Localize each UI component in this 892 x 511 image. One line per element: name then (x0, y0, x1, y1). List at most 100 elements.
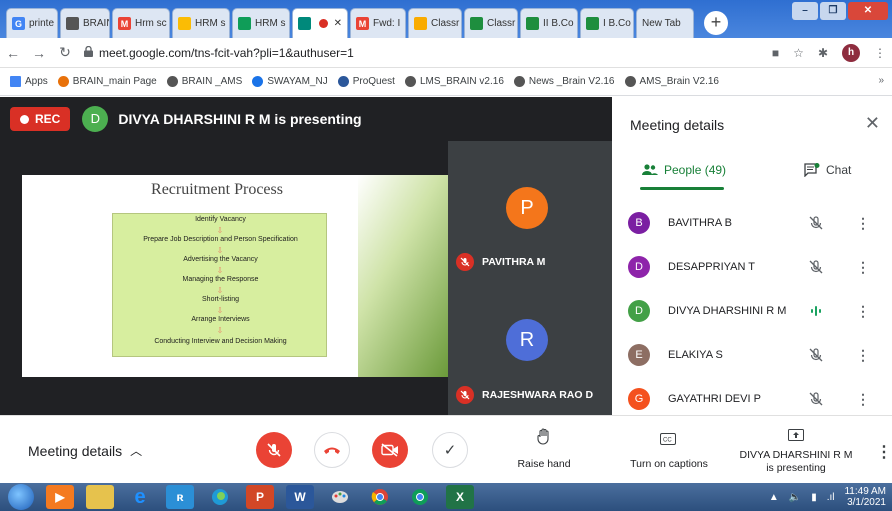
present-screen-icon[interactable] (787, 428, 805, 444)
close-tab-icon[interactable]: ✕ (334, 18, 342, 29)
bookmark-item[interactable]: BRAIN _AMS (166, 76, 242, 87)
profile-avatar[interactable]: h (842, 44, 860, 62)
camera-off-icon (381, 443, 398, 457)
bookmark-item[interactable]: AMS_Brain V2.16 (624, 76, 720, 87)
chrome-icon[interactable] (366, 485, 394, 509)
participant-more-icon[interactable]: ⋮ (856, 259, 870, 276)
participant-more-icon[interactable]: ⋮ (856, 391, 870, 408)
bookmark-label: AMS_Brain V2.16 (639, 76, 720, 87)
bookmark-item[interactable]: SWAYAM_NJ (252, 76, 328, 87)
volume-icon[interactable]: 🔈 (789, 492, 801, 503)
star-icon[interactable]: ☆ (793, 46, 804, 60)
lock-icon (84, 45, 93, 60)
browser-tab[interactable]: M Fwd: I (350, 8, 406, 38)
back-icon[interactable]: ← (0, 45, 26, 61)
captions-icon[interactable]: CC (659, 432, 677, 448)
excel-icon[interactable]: X (446, 485, 474, 509)
participant-row[interactable]: B BAVITHRA B ⋮ (612, 203, 892, 243)
mic-toggle-button[interactable] (256, 432, 292, 468)
browser-tab[interactable]: HRM s (172, 8, 230, 38)
svg-text:CC: CC (663, 438, 672, 444)
bookmark-item[interactable]: Apps (10, 76, 48, 87)
menu-kebab-icon[interactable]: ⋮ (874, 46, 886, 60)
bookmark-label: ProQuest (352, 76, 395, 87)
bookmark-favicon-icon (57, 76, 69, 87)
tab-chat[interactable]: Chat (804, 163, 851, 177)
camera-toggle-button[interactable] (372, 432, 408, 468)
participant-avatar: D (628, 300, 650, 322)
media-player-icon[interactable]: ▶ (46, 485, 74, 509)
participant-row[interactable]: D DESAPPRIYAN T ⋮ (612, 247, 892, 287)
tab-favicon-icon: M (356, 17, 369, 30)
browser-tab[interactable]: I B.Co (580, 8, 634, 38)
participant-more-icon[interactable]: ⋮ (856, 303, 870, 320)
tile-name-pavithra: PAVITHRA M (482, 256, 546, 268)
bookmark-label: News _Brain V2.16 (528, 76, 615, 87)
browser-tab[interactable]: ✕ (292, 8, 348, 38)
checkmark-button[interactable]: ✓ (432, 432, 468, 468)
participant-row[interactable]: D DIVYA DHARSHINI R M ⋮ (612, 291, 892, 331)
internet-explorer-icon[interactable]: e (126, 485, 154, 509)
restore-button[interactable]: ❐ (820, 2, 846, 20)
bookmark-item[interactable]: BRAIN_main Page (57, 76, 157, 87)
presenting-name: DIVYA DHARSHINI R M (739, 449, 853, 461)
tab-favicon-icon (470, 17, 483, 30)
captions-label[interactable]: Turn on captions (614, 458, 724, 470)
url-field[interactable]: meet.google.com/tns-fcit-vah?pli=1&authu… (84, 45, 354, 60)
system-tray: ▲ 🔈 ▮ .ıl 11:49 AM 3/1/2021 (769, 486, 886, 508)
presenting-status[interactable]: DIVYA DHARSHINI R M is presenting (736, 449, 856, 475)
meeting-details-toggle[interactable]: Meeting details ︿ (28, 442, 142, 459)
clock[interactable]: 11:49 AM 3/1/2021 (844, 486, 886, 508)
tab-people-label: People (49) (664, 163, 727, 177)
browser-tab[interactable]: Classr (408, 8, 462, 38)
reload-icon[interactable]: ↻ (52, 44, 78, 61)
file-explorer-icon[interactable] (86, 485, 114, 509)
forward-icon[interactable]: → (26, 45, 52, 61)
window-close-button[interactable]: ✕ (848, 2, 888, 20)
close-icon[interactable]: ✕ (865, 113, 880, 134)
participant-row[interactable]: E ELAKIYA S ⋮ (612, 335, 892, 375)
down-arrow-icon: ⇩ (216, 246, 224, 255)
powerpoint-icon[interactable]: P (246, 485, 274, 509)
bookmark-favicon-icon (404, 76, 416, 87)
participant-avatar: B (628, 212, 650, 234)
clock-date: 3/1/2021 (847, 497, 886, 508)
bookmark-item[interactable]: LMS_BRAIN v2.16 (404, 76, 504, 87)
bookmark-item[interactable]: News _Brain V2.16 (513, 76, 615, 87)
camera-icon[interactable]: ■ (772, 46, 779, 60)
chrome-profile-icon[interactable] (406, 485, 434, 509)
tray-overflow-icon[interactable]: ▲ (769, 492, 779, 503)
more-options-icon[interactable]: ⋮ (876, 442, 892, 462)
paint-icon[interactable] (326, 485, 354, 509)
raise-hand-icon[interactable] (535, 428, 553, 449)
browser-tab[interactable]: Classr (464, 8, 518, 38)
down-arrow-icon: ⇩ (216, 266, 224, 275)
leave-call-button[interactable] (314, 432, 350, 468)
browser-tab[interactable]: BRAIN (60, 8, 110, 38)
participant-more-icon[interactable]: ⋮ (856, 215, 870, 232)
browser-tab[interactable]: M Hrm sc (112, 8, 170, 38)
edge-icon[interactable] (206, 485, 234, 509)
start-button[interactable] (8, 484, 34, 510)
word-icon[interactable]: W (286, 485, 314, 509)
bookmarks-overflow[interactable]: » (878, 75, 884, 86)
new-tab-button[interactable]: + (704, 11, 728, 35)
browser-tab[interactable]: II B.Co (520, 8, 578, 38)
minimize-button[interactable]: – (792, 2, 818, 20)
raise-hand-label[interactable]: Raise hand (506, 458, 582, 470)
browser-tab[interactable]: HRM s (232, 8, 290, 38)
extensions-icon[interactable]: ✱ (818, 46, 828, 60)
bookmark-item[interactable]: ProQuest (337, 76, 395, 87)
tab-favicon-icon (526, 17, 539, 30)
app-icon[interactable]: ʀ (166, 485, 194, 509)
browser-tab[interactable]: Gprinte (6, 8, 58, 38)
presenter-avatar: D (82, 106, 109, 132)
browser-tab[interactable]: New Tab (636, 8, 694, 38)
mic-off-icon (808, 259, 824, 275)
battery-icon[interactable]: ▮ (811, 492, 817, 503)
participant-row[interactable]: G GAYATHRI DEVI P ⋮ (612, 379, 892, 419)
signal-icon[interactable]: .ıl (827, 492, 835, 503)
participant-more-icon[interactable]: ⋮ (856, 347, 870, 364)
mic-off-icon (267, 443, 281, 457)
tab-people[interactable]: People (49) (642, 163, 726, 177)
